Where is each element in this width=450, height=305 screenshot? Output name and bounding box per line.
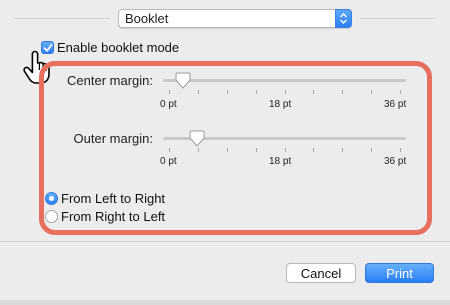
center-margin-tick [400,90,401,94]
center-margin-tick [342,90,344,94]
center-margin-tick [169,90,170,94]
outer-margin-label: Outer margin: [73,131,153,146]
outer-margin-tick [255,148,257,152]
radio-left-to-right-label[interactable]: From Left to Right [61,191,165,206]
radio-right-to-left[interactable] [45,210,58,223]
up-down-chevron-icon [335,9,352,28]
outer-margin-slider-knob[interactable] [188,130,206,148]
center-margin-label: Center margin: [67,73,153,88]
outer-margin-tick [400,148,401,152]
footer-divider [0,241,450,242]
print-button[interactable]: Print [365,263,434,283]
cancel-button[interactable]: Cancel [286,263,356,283]
outer-margin-mid-label: 18 pt [269,156,292,167]
center-margin-tick [313,90,315,94]
radio-left-to-right[interactable] [45,192,58,205]
divider-right [360,18,436,19]
center-margin-tick [226,90,228,94]
booklet-mode-label[interactable]: Enable booklet mode [57,40,179,55]
center-margin-tick [284,90,286,94]
center-margin-mid-label: 18 pt [269,99,292,110]
center-margin-min-label: 0 pt [160,99,177,110]
center-margin-tick [371,90,373,94]
center-margin-tick [255,90,257,94]
outer-margin-tick [169,148,170,152]
window-bottom-edge [0,300,450,305]
divider-left [14,18,110,19]
outer-margin-max-label: 36 pt [384,156,407,167]
outer-margin-tick [342,148,344,152]
center-margin-track[interactable] [163,79,406,82]
outer-margin-tick [371,148,373,152]
layout-popup-button[interactable]: Booklet [118,9,352,28]
booklet-dialog: Booklet Enable booklet mode Center margi… [0,0,450,305]
center-margin-max-label: 36 pt [384,99,407,110]
radio-right-to-left-label[interactable]: From Right to Left [61,209,165,224]
outer-margin-tick [197,148,199,152]
outer-margin-tick [226,148,228,152]
outer-margin-tick [284,148,286,152]
center-margin-tick [197,90,199,94]
center-margin-slider-knob[interactable] [174,72,192,90]
outer-margin-min-label: 0 pt [160,156,177,167]
outer-margin-tick [313,148,315,152]
layout-popup-value: Booklet [125,11,169,26]
